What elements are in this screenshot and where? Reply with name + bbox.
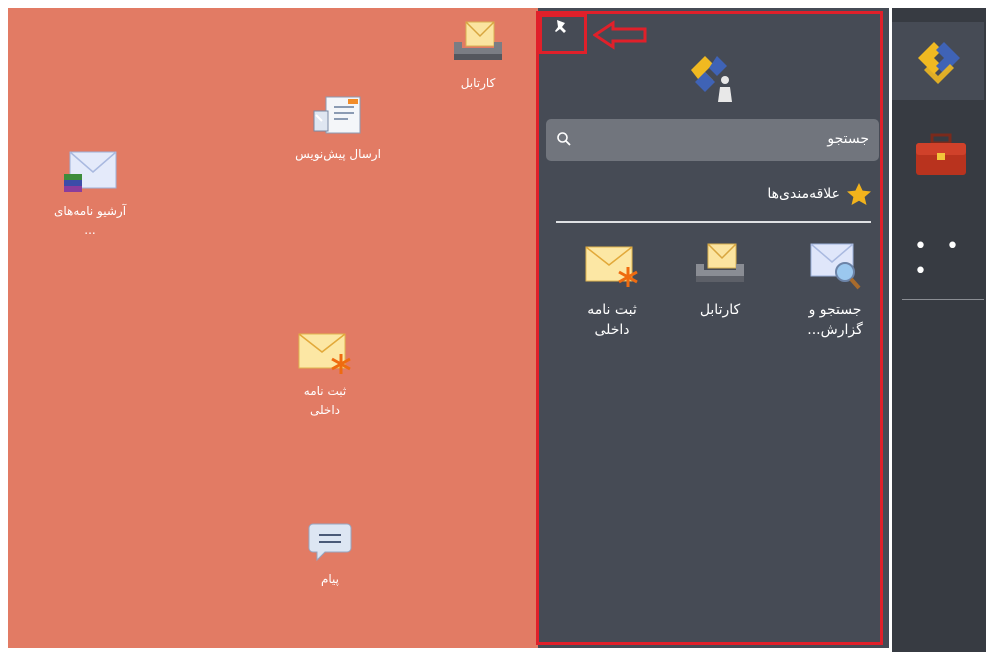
favorite-item-cartable[interactable]: کارتابل [680,240,760,320]
app-logo-icon [918,42,960,84]
search-icon [557,132,571,146]
desktop-icon-send-draft[interactable]: ارسال پیش‌نویس [283,95,393,164]
favorite-item-label: ثبت نامه داخلی [587,302,637,338]
search-input[interactable]: جستجو [827,131,869,147]
app-rail [892,8,986,652]
favorite-item-internal-letter[interactable]: ثبت نامه داخلی [572,240,652,340]
search-box[interactable]: جستجو [546,119,879,161]
desktop-icon-label: ثبت نامه داخلی [303,384,347,417]
desktop-icon-label: ارسال پیش‌نویس [295,147,381,161]
desktop-icon-label: آرشیو نامه‌های ... [53,204,127,237]
desktop-icon-message[interactable]: پیام [275,520,385,589]
inbox-tray-icon [696,243,744,282]
inbox-tray-icon [454,21,502,60]
favorite-item-label: کارتابل [699,302,741,318]
more-dots-icon: • • • [914,234,965,284]
search-mail-icon [810,243,861,290]
desktop-icon-cartable[interactable]: کارتابل [423,20,533,93]
desktop-area [8,8,538,648]
favorites-divider [556,221,871,223]
rail-item-briefcase[interactable] [914,133,968,183]
annotation-arrow-icon [592,20,647,54]
desktop-icon-label: پیام [320,572,340,586]
pin-highlight-box [539,14,587,54]
draft-send-icon [313,96,361,134]
favorites-title: علاقه‌مندی‌ها [767,186,840,202]
favorite-item-label: جستجو و گزارش... [807,302,863,338]
desktop-icon-internal-letter[interactable]: ثبت نامه داخلی [270,330,380,420]
new-letter-icon [298,333,351,374]
desktop-icon-label: کارتابل [460,76,496,90]
chat-bubble-icon [308,523,352,562]
rail-item-more[interactable]: • • • [914,234,986,284]
rail-item-app[interactable] [892,22,984,100]
user-logo-icon [683,52,741,108]
briefcase-icon [916,133,966,175]
desktop-icon-archive[interactable]: آرشیو نامه‌های ... [35,150,145,240]
favorite-item-search-report[interactable]: جستجو و گزارش... [795,240,875,340]
rail-divider [902,299,984,300]
new-letter-icon [585,246,638,287]
archive-mail-icon [64,151,117,192]
